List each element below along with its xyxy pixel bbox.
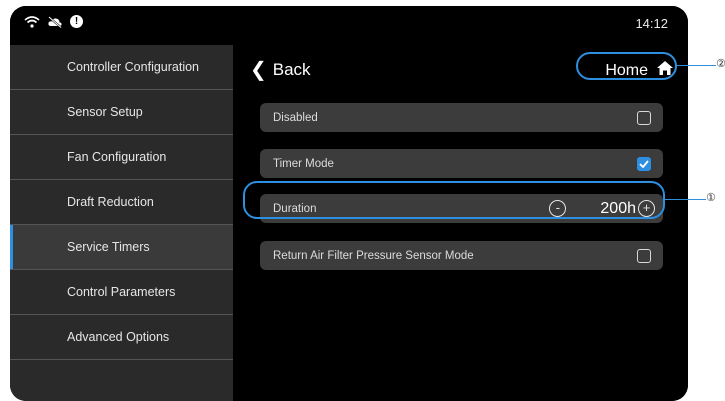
duration-callout-ring: [243, 181, 665, 219]
home-callout-line: [676, 65, 716, 66]
status-icons: !: [24, 15, 83, 28]
option-timer-mode[interactable]: Timer Mode: [260, 149, 663, 178]
chevron-left-icon: ❮: [250, 59, 267, 81]
duration-callout-line: [664, 199, 706, 200]
duration-callout-number: ①: [706, 192, 716, 204]
home-callout-ring: [576, 52, 677, 80]
timer-mode-checkbox[interactable]: [637, 156, 651, 171]
sidebar-item-draft-reduction[interactable]: Draft Reduction: [10, 180, 233, 225]
back-label: Back: [272, 60, 311, 79]
main-content: ❮ Back Home Disabled Timer Mode Duration…: [233, 45, 688, 401]
sidebar-item-service-timers[interactable]: Service Timers: [10, 225, 233, 270]
sidebar-item-fan-configuration[interactable]: Fan Configuration: [10, 135, 233, 180]
status-bar: ! 14:12: [10, 6, 688, 42]
alert-badge-icon[interactable]: !: [70, 15, 83, 28]
sidebar-item-advanced-options[interactable]: Advanced Options: [10, 315, 233, 360]
sidebar-item-control-parameters[interactable]: Control Parameters: [10, 270, 233, 315]
option-timer-mode-label: Timer Mode: [273, 157, 334, 170]
return-air-checkbox[interactable]: [637, 248, 651, 263]
disabled-checkbox[interactable]: [637, 110, 651, 125]
option-return-air-label: Return Air Filter Pressure Sensor Mode: [273, 249, 474, 262]
cloud-off-icon: [47, 15, 63, 28]
checkmark-icon: [639, 159, 649, 168]
back-button[interactable]: ❮ Back: [250, 60, 311, 80]
option-return-air-filter[interactable]: Return Air Filter Pressure Sensor Mode: [260, 241, 663, 270]
sidebar-item-controller-configuration[interactable]: Controller Configuration: [10, 45, 233, 90]
home-callout-number: ②: [716, 58, 725, 70]
wifi-icon: [24, 15, 40, 28]
sidebar-item-sensor-setup[interactable]: Sensor Setup: [10, 90, 233, 135]
option-disabled-label: Disabled: [273, 111, 318, 124]
status-time: 14:12: [635, 16, 668, 31]
sidebar: Controller Configuration Sensor Setup Fa…: [10, 45, 233, 401]
option-disabled[interactable]: Disabled: [260, 103, 663, 132]
